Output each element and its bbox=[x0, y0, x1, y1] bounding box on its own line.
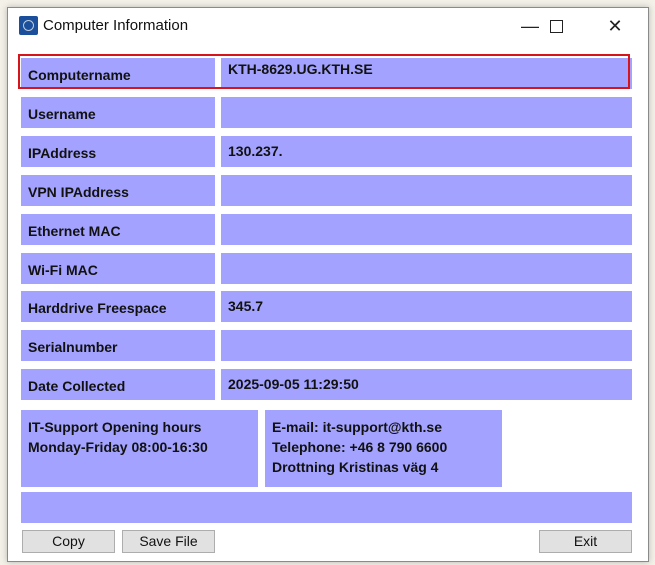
window-title: Computer Information bbox=[43, 17, 189, 34]
support-phone: Telephone: +46 8 790 6600 bbox=[272, 439, 448, 455]
computername-highlight bbox=[18, 54, 630, 89]
support-address: Drottning Kristinas väg 4 bbox=[272, 459, 439, 475]
username-label: Username bbox=[21, 96, 215, 128]
support-contact-panel: E-mail: it-support@kth.se Telephone: +46… bbox=[265, 410, 502, 487]
close-button[interactable]: ✕ bbox=[595, 12, 635, 40]
close-icon: ✕ bbox=[607, 15, 623, 36]
vpn-ipaddress-label: VPN IPAddress bbox=[21, 174, 215, 206]
support-hours-panel: IT-Support Opening hours Monday-Friday 0… bbox=[21, 410, 258, 487]
vpn-ipaddress-value bbox=[221, 174, 632, 206]
serialnumber-value bbox=[221, 330, 632, 362]
support-email: E-mail: it-support@kth.se bbox=[272, 419, 442, 435]
wi-fi-mac-label: Wi-Fi MAC bbox=[21, 252, 215, 284]
ethernet-mac-value bbox=[221, 213, 632, 245]
ethernet-mac-label: Ethernet MAC bbox=[21, 213, 215, 245]
support-hours: Monday-Friday 08:00-16:30 bbox=[28, 439, 208, 455]
status-bar bbox=[21, 492, 632, 523]
ipaddress-label: IPAddress bbox=[21, 135, 215, 167]
title-bar: Computer Information — ✕ bbox=[8, 8, 648, 44]
date-collected-value: 2025-09-05 11:29:50 bbox=[221, 369, 632, 401]
harddrive-freespace-label: Harddrive Freespace bbox=[21, 291, 215, 323]
ipaddress-value: 130.237. bbox=[221, 135, 632, 167]
kth-logo-icon bbox=[19, 16, 38, 35]
copy-button[interactable]: Copy bbox=[22, 530, 115, 553]
save-file-button[interactable]: Save File bbox=[122, 530, 215, 553]
serialnumber-label: Serialnumber bbox=[21, 330, 215, 362]
date-collected-label: Date Collected bbox=[21, 369, 215, 401]
computer-information-window: Computer Information — ✕ Computername KTH… bbox=[7, 7, 649, 562]
support-hours-title: IT-Support Opening hours bbox=[28, 419, 202, 435]
maximize-icon bbox=[549, 19, 563, 33]
maximize-button[interactable] bbox=[536, 12, 576, 40]
exit-button[interactable]: Exit bbox=[539, 530, 632, 553]
wi-fi-mac-value bbox=[221, 252, 632, 284]
username-value bbox=[221, 96, 632, 128]
harddrive-freespace-value: 345.7 bbox=[221, 291, 632, 323]
